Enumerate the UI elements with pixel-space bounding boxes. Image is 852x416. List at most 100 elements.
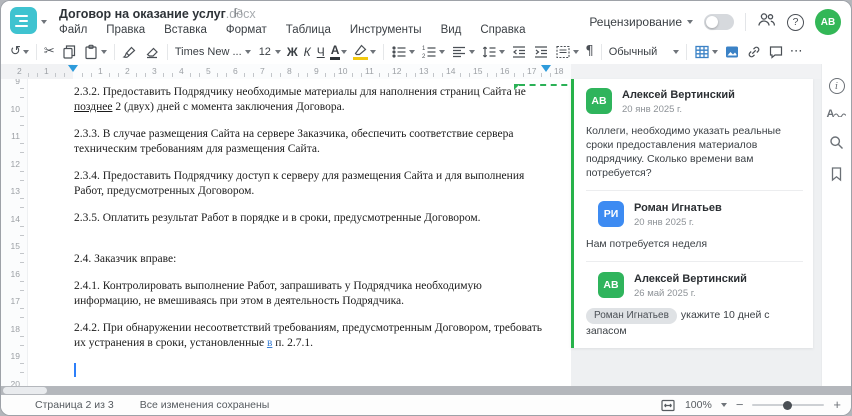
search-icon[interactable]: [828, 134, 845, 151]
chevron-down-icon: [274, 49, 281, 57]
font-color-button[interactable]: А: [328, 41, 351, 62]
paragraph-2-3-4[interactable]: 2.3.4. Предоставить Подрядчику доступ к …: [74, 169, 544, 199]
zoom-slider-knob[interactable]: [783, 400, 793, 410]
divider: [35, 43, 37, 60]
undo-button[interactable]: ↺: [7, 42, 32, 62]
document-text[interactable]: 2.3.2. Предоставить Подрядчику необходим…: [74, 85, 544, 377]
comment-reply[interactable]: РИ Роман Игнатьев 20 янв 2025 г.: [586, 201, 803, 228]
align-button[interactable]: [448, 42, 478, 62]
flag-icon[interactable]: ⚐: [233, 6, 244, 20]
review-mode-dropdown[interactable]: Рецензирование: [589, 15, 693, 29]
comment-date: 20 янв 2025 г.: [622, 104, 683, 115]
scissors-icon: ✂: [43, 43, 55, 59]
menu-file[interactable]: Файл: [59, 24, 87, 36]
show-formatting-marks-button[interactable]: ¶: [582, 42, 596, 62]
document-title: Договор на оказание услуг.docx: [59, 7, 256, 21]
info-icon[interactable]: i: [828, 78, 845, 94]
menu-edit[interactable]: Правка: [106, 24, 145, 36]
paragraph-2-3-5[interactable]: 2.3.5. Оплатить результат Работ в порядк…: [74, 211, 544, 226]
font-size-select[interactable]: 12: [254, 44, 284, 60]
horizontal-ruler[interactable]: 2 1 1 2 3 4 5 6 7 8 9 10 11 12 13 14 15 16 17 18: [1, 64, 821, 80]
ruler-right-margin: [571, 64, 821, 79]
zoom-out-button[interactable]: −: [736, 398, 744, 411]
paragraph-2-4-1[interactable]: 2.4.1. Контролировать выполнение Работ, …: [74, 279, 544, 309]
insert-table-button[interactable]: [691, 42, 721, 62]
zoom-slider[interactable]: [752, 400, 825, 410]
eraser-icon: [146, 47, 158, 58]
divider: [600, 43, 602, 60]
chevron-down-icon: [370, 49, 377, 57]
bookmark-icon[interactable]: [829, 166, 844, 182]
zoom-in-button[interactable]: +: [833, 398, 841, 411]
comment-text: Роман Игнатьев укажите 10 дней с запасом: [586, 308, 770, 337]
divider: [383, 43, 385, 60]
cut-button[interactable]: ✂: [41, 42, 58, 62]
help-icon[interactable]: ?: [787, 13, 804, 31]
copy-button[interactable]: [58, 42, 80, 62]
collaborators-icon[interactable]: [757, 11, 776, 33]
table-icon: [695, 45, 709, 58]
tracked-insertion: позднее: [74, 101, 113, 113]
format-painter-button[interactable]: [119, 42, 141, 62]
bullet-list-button[interactable]: [388, 42, 418, 62]
divider: [745, 13, 746, 31]
copy-icon: [63, 44, 75, 59]
underline-button[interactable]: Ч: [314, 43, 328, 61]
numbered-list-icon: 12: [422, 46, 436, 60]
chevron-down-icon: [469, 49, 476, 57]
menu-view[interactable]: Вид: [441, 24, 462, 36]
insert-link-button[interactable]: [743, 42, 765, 62]
paragraph-2-4[interactable]: 2.4. Заказчик вправе:: [74, 252, 544, 267]
document-page[interactable]: 2.3.2. Предоставить Подрядчику необходим…: [27, 79, 599, 386]
more-tools-button[interactable]: ⋯: [787, 42, 806, 62]
paragraph-2-3-2[interactable]: 2.3.2. Предоставить Подрядчику необходим…: [74, 85, 544, 115]
paragraph-2-3-3[interactable]: 2.3.3. В случае размещения Сайта на серв…: [74, 127, 544, 157]
status-bar: Страница 2 из 3 Все изменения сохранены …: [1, 395, 851, 415]
review-toggle[interactable]: [704, 14, 734, 30]
chevron-down-icon[interactable]: [720, 403, 727, 410]
insert-comment-button[interactable]: [765, 42, 787, 62]
menu-help[interactable]: Справка: [480, 24, 525, 36]
paste-button[interactable]: [80, 42, 110, 62]
clear-formatting-button[interactable]: [141, 42, 163, 62]
decrease-indent-button[interactable]: [508, 42, 530, 62]
numbered-list-button[interactable]: 12: [418, 42, 448, 62]
increase-indent-button[interactable]: [530, 42, 552, 62]
comment-header: АВ Алексей Вертинский 20 янв 2025 г.: [586, 88, 803, 115]
fit-width-icon[interactable]: [660, 398, 676, 413]
user-avatar[interactable]: АВ: [815, 9, 841, 35]
mention-chip[interactable]: Роман Игнатьев: [586, 308, 677, 324]
paragraph-settings-button[interactable]: [552, 42, 582, 62]
app-menu-caret-icon[interactable]: [41, 20, 47, 27]
app-window: Договор на оказание услуг.docx ⚐ Файл Пр…: [1, 1, 851, 415]
comment-reply[interactable]: АВ Алексей Вертинский 26 май 2025 г.: [586, 272, 803, 299]
paragraph-2-4-2[interactable]: 2.4.2. При обнаружении несоответствий тр…: [74, 321, 544, 351]
menu-table[interactable]: Таблица: [286, 24, 331, 36]
menu-format[interactable]: Формат: [226, 24, 267, 36]
comment-author: Алексей Вертинский: [622, 89, 735, 101]
menu-tools[interactable]: Инструменты: [350, 24, 422, 36]
font-name-select[interactable]: Times New ...: [172, 44, 254, 60]
scrollbar-thumb[interactable]: [3, 387, 47, 394]
vertical-ruler[interactable]: 9 10 11 12 13 14 15 16 17 18 19 20: [1, 79, 27, 386]
bold-button[interactable]: Ж: [284, 43, 301, 61]
page-indicator[interactable]: Страница 2 из 3: [35, 399, 114, 411]
line-spacing-button[interactable]: [478, 42, 508, 62]
zoom-level[interactable]: 100%: [685, 399, 712, 411]
menu-insert[interactable]: Вставка: [164, 24, 207, 36]
spellcheck-icon[interactable]: А: [827, 109, 847, 120]
highlight-color-button[interactable]: [350, 42, 379, 62]
app-logo-icon[interactable]: [10, 7, 37, 34]
italic-button[interactable]: К: [301, 43, 314, 61]
horizontal-scrollbar[interactable]: [1, 386, 851, 395]
divider: [685, 43, 687, 60]
divider: [586, 190, 803, 191]
chevron-down-icon: [711, 49, 718, 57]
insert-image-button[interactable]: [721, 42, 743, 62]
comment-header: АВ Алексей Вертинский 26 май 2025 г.: [598, 272, 803, 299]
paragraph-style-select[interactable]: Обычный: [606, 44, 682, 60]
comment-thread-card[interactable]: АВ Алексей Вертинский 20 янв 2025 г. Кол…: [571, 79, 813, 348]
chevron-down-icon: [672, 49, 679, 57]
comment-avatar: АВ: [586, 88, 612, 114]
left-indent-marker[interactable]: [68, 65, 78, 77]
